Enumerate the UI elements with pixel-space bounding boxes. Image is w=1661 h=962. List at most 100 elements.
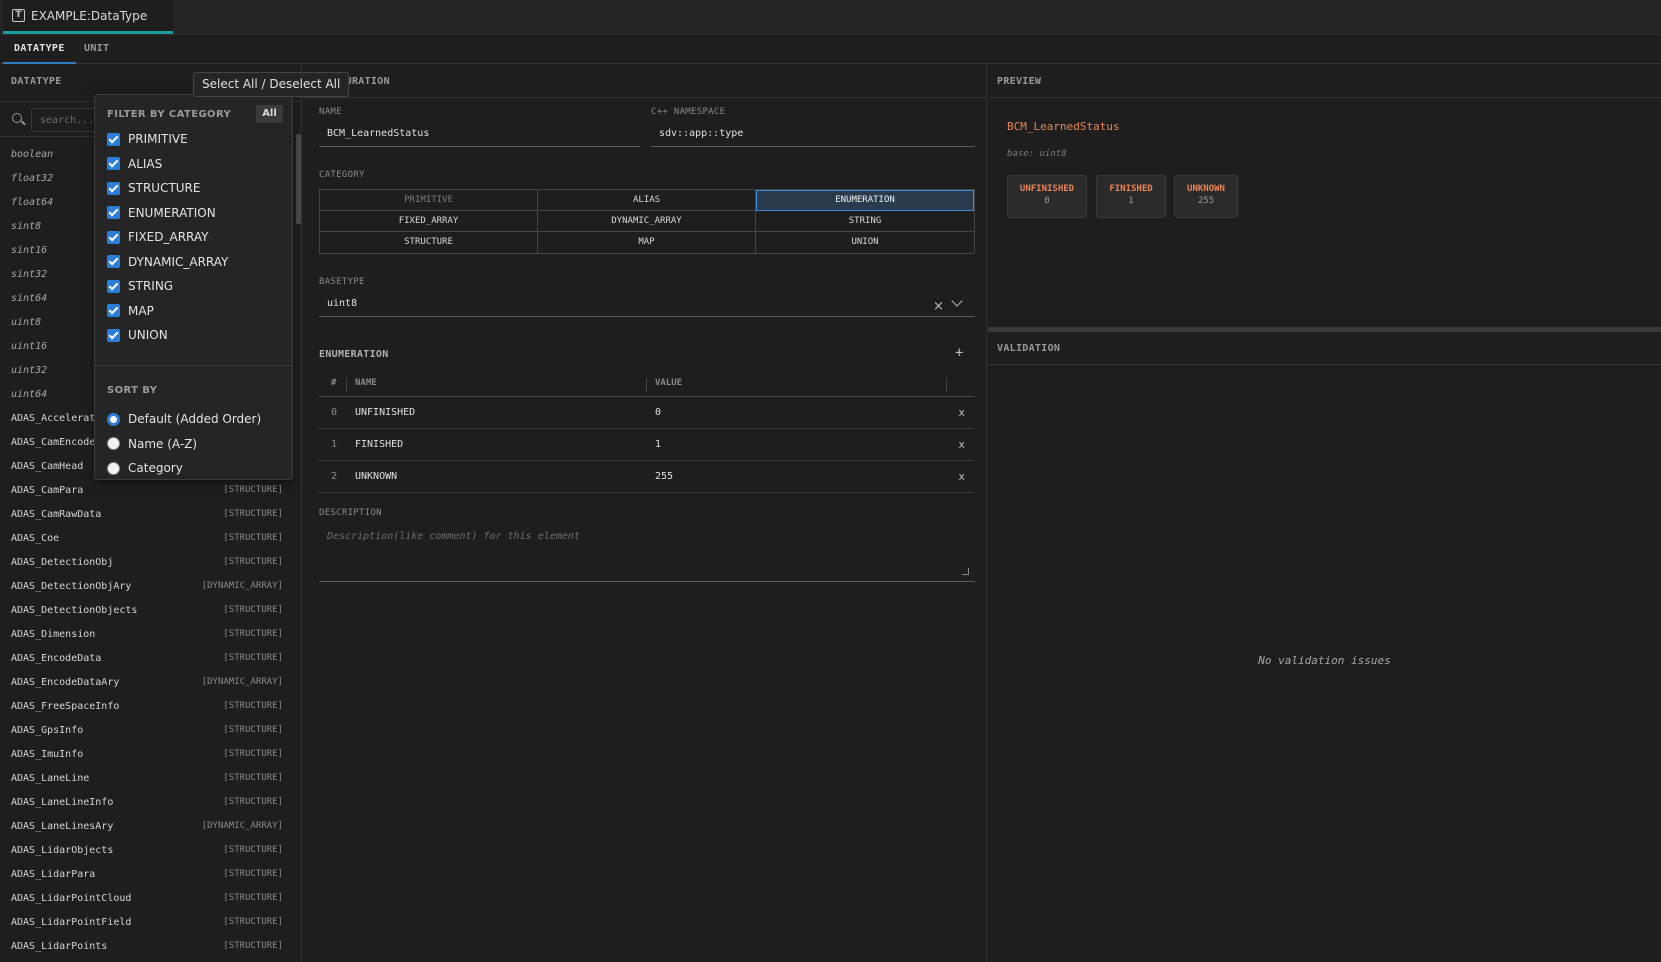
checkbox-checked-icon[interactable]	[107, 279, 120, 293]
datatype-list-item[interactable]: ADAS_Coe [STRUCTURE]	[0, 526, 296, 550]
tab-datatype[interactable]: DATATYPE	[3, 35, 76, 64]
datatype-name: sint8	[11, 220, 42, 232]
checkbox-checked-icon[interactable]	[107, 255, 120, 268]
datatype-list-item[interactable]: ADAS_EncodeDataAry [DYNAMIC_ARRAY]	[0, 670, 296, 694]
datatype-list-item[interactable]: ADAS_Dimension [STRUCTURE]	[0, 622, 296, 646]
datatype-list-item[interactable]: ADAS_FreeSpaceInfo [STRUCTURE]	[0, 694, 296, 718]
filter-option[interactable]: STRUCTURE	[107, 178, 200, 198]
datatype-name: ADAS_Coe	[11, 532, 60, 544]
checkbox-checked-icon[interactable]	[107, 304, 120, 317]
datatype-category: [STRUCTURE]	[223, 629, 283, 639]
datatype-list-item[interactable]: ADAS_LidarPoints [STRUCTURE]	[0, 934, 296, 958]
datatype-name: ADAS_ImuInfo	[11, 748, 84, 760]
datatype-list-item[interactable]: ADAS_DetectionObj [STRUCTURE]	[0, 550, 296, 574]
sort-option[interactable]: Category	[107, 458, 183, 478]
checkbox-checked-icon[interactable]	[107, 328, 120, 342]
category-option[interactable]: FIXED_ARRAY	[320, 211, 538, 232]
datatype-category: [STRUCTURE]	[223, 845, 283, 855]
enum-name-field[interactable]: UNFINISHED	[347, 407, 647, 418]
delete-enum-button[interactable]: x	[947, 470, 975, 483]
datatype-list-item[interactable]: ADAS_LidarPointCloud [STRUCTURE]	[0, 886, 296, 910]
list-scrollbar[interactable]	[296, 134, 301, 224]
enum-name-field[interactable]: UNKNOWN	[347, 471, 647, 482]
enum-header-name: NAME	[347, 377, 647, 392]
description-input[interactable]	[319, 525, 975, 581]
datatype-list-item[interactable]: ADAS_LidarPara [STRUCTURE]	[0, 862, 296, 886]
datatype-category: [STRUCTURE]	[223, 701, 283, 711]
select-all-button[interactable]: All	[256, 105, 283, 123]
validation-header: VALIDATION	[988, 332, 1661, 365]
checkbox-checked-icon[interactable]	[107, 181, 120, 195]
datatype-name: uint16	[11, 340, 48, 352]
filter-option[interactable]: MAP	[107, 301, 154, 321]
sort-option[interactable]: Name (A-Z)	[107, 434, 197, 454]
resize-handle-icon[interactable]	[962, 568, 969, 575]
datatype-editor: T EXAMPLE:DataType DATATYPE UNIT DATATYP…	[0, 0, 1661, 962]
badge-name: UNFINISHED	[1019, 184, 1075, 194]
editor-tab-title: EXAMPLE:DataType	[31, 8, 148, 23]
clear-basetype-icon[interactable]: ×	[933, 299, 944, 314]
radio-icon[interactable]	[107, 461, 120, 475]
radio-icon[interactable]	[107, 412, 120, 426]
datatype-list-item[interactable]: ADAS_EncodeData [STRUCTURE]	[0, 646, 296, 670]
filter-option[interactable]: ENUMERATION	[107, 203, 216, 223]
name-field[interactable]: BCM_LearnedStatus	[319, 121, 640, 147]
category-option[interactable]: PRIMITIVE	[320, 190, 538, 211]
checkbox-checked-icon[interactable]	[107, 157, 120, 170]
datatype-category: [DYNAMIC_ARRAY]	[201, 821, 283, 831]
datatype-list-item[interactable]: ADAS_LaneLine [STRUCTURE]	[0, 766, 296, 790]
datatype-list-item[interactable]: ADAS_DetectionObjects [STRUCTURE]	[0, 598, 296, 622]
datatype-category: [STRUCTURE]	[223, 509, 283, 519]
datatype-list-item[interactable]: ADAS_LaneLineInfo [STRUCTURE]	[0, 790, 296, 814]
filter-option[interactable]: STRING	[107, 276, 173, 296]
select-all-tooltip: Select All / Deselect All	[193, 72, 350, 97]
datatype-name: ADAS_EncodeData	[11, 652, 102, 664]
filter-option[interactable]: ALIAS	[107, 154, 162, 174]
namespace-field[interactable]: sdv::app::type	[651, 121, 975, 147]
datatype-list-item[interactable]: ADAS_LidarPointField [STRUCTURE]	[0, 910, 296, 934]
filter-option[interactable]: FIXED_ARRAY	[107, 227, 209, 247]
checkbox-checked-icon[interactable]	[107, 206, 120, 219]
radio-icon[interactable]	[107, 437, 120, 450]
category-option[interactable]: UNION	[756, 232, 974, 253]
enum-index: 1	[331, 439, 338, 450]
datatype-list-item[interactable]: ADAS_LaneLinesAry [DYNAMIC_ARRAY]	[0, 814, 296, 838]
badge-value: 255	[1197, 196, 1215, 206]
category-option[interactable]: DYNAMIC_ARRAY	[538, 211, 756, 232]
delete-enum-button[interactable]: x	[947, 406, 975, 419]
enum-value-field[interactable]: 255	[647, 471, 947, 482]
delete-enum-button[interactable]: x	[947, 438, 975, 451]
category-option[interactable]: STRING	[756, 211, 974, 232]
filter-option[interactable]: UNION	[107, 325, 168, 345]
datatype-name: ADAS_LidarPointField	[11, 916, 132, 928]
category-option[interactable]: ENUMERATION	[756, 190, 974, 211]
enum-value-field[interactable]: 1	[647, 439, 947, 450]
filter-option[interactable]: DYNAMIC_ARRAY	[107, 252, 228, 272]
checkbox-checked-icon[interactable]	[107, 230, 120, 244]
datatype-list-item[interactable]: ADAS_DetectionObjAry [DYNAMIC_ARRAY]	[0, 574, 296, 598]
datatype-name: float64	[11, 196, 54, 208]
sort-option[interactable]: Default (Added Order)	[107, 409, 261, 429]
checkbox-checked-icon[interactable]	[107, 132, 120, 146]
datatype-list-item[interactable]: ADAS_LidarObjects [STRUCTURE]	[0, 838, 296, 862]
enum-value-field[interactable]: 0	[647, 407, 947, 418]
datatype-category: [STRUCTURE]	[223, 605, 283, 615]
basetype-select[interactable]: uint8	[319, 291, 975, 317]
datatype-name: boolean	[11, 148, 54, 160]
datatype-list-item[interactable]: ADAS_GpsInfo [STRUCTURE]	[0, 718, 296, 742]
category-option[interactable]: ALIAS	[538, 190, 756, 211]
enum-name-field[interactable]: FINISHED	[347, 439, 647, 450]
category-option[interactable]: MAP	[538, 232, 756, 253]
filter-header: FILTER BY CATEGORY	[107, 109, 232, 120]
datatype-list-item[interactable]: ADAS_CamPara [STRUCTURE]	[0, 478, 296, 502]
filter-option[interactable]: PRIMITIVE	[107, 129, 188, 149]
datatype-list-item[interactable]: ADAS_CamRawData [STRUCTURE]	[0, 502, 296, 526]
badge-name: FINISHED	[1109, 184, 1153, 194]
datatype-list-item[interactable]: ADAS_ImuInfo [STRUCTURE]	[0, 742, 296, 766]
tab-unit[interactable]: UNIT	[73, 35, 120, 64]
category-option[interactable]: STRUCTURE	[320, 232, 538, 253]
add-enum-button[interactable]: +	[955, 345, 963, 361]
datatype-name: sint16	[11, 244, 48, 256]
datatype-name: uint64	[11, 388, 48, 400]
editor-tab-datatype[interactable]: T EXAMPLE:DataType	[3, 0, 173, 34]
